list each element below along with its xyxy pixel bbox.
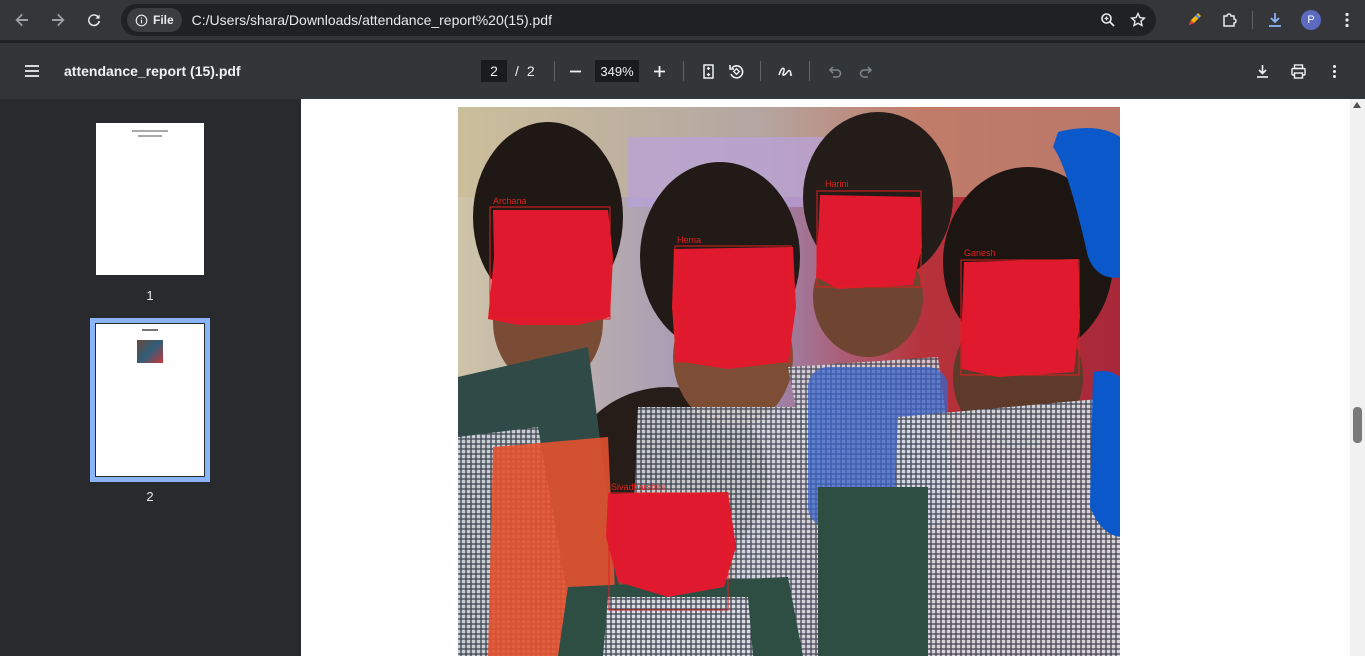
puzzle-icon xyxy=(1223,13,1237,27)
hamburger-menu-icon xyxy=(25,65,39,77)
page-thumbnail-2[interactable] xyxy=(96,324,204,476)
face-label-3: Harini xyxy=(825,179,849,189)
fit-page-button[interactable] xyxy=(694,57,722,85)
face-label-4: Ganesh xyxy=(964,248,996,258)
reload-icon xyxy=(88,14,100,27)
draw-signature-icon xyxy=(777,67,792,76)
more-vert-icon xyxy=(1332,64,1336,78)
page-thumbnail-1[interactable] xyxy=(96,123,204,275)
thumbnail-text-line xyxy=(138,135,162,137)
thumbnail-sidebar: 1 2 xyxy=(0,99,301,656)
more-vert-icon xyxy=(1345,12,1349,28)
address-bar[interactable]: File C:/Users/shara/Downloads/attendance… xyxy=(121,4,1156,36)
pdf-toolbar: attendance_report (15).pdf 2 / 2 349% xyxy=(0,43,1365,99)
zoom-controls: 349% xyxy=(554,57,880,85)
zoom-in-button[interactable] xyxy=(645,57,673,85)
print-icon xyxy=(1290,63,1306,79)
download-pdf-button[interactable] xyxy=(1248,57,1276,85)
annotate-button[interactable] xyxy=(771,57,799,85)
page-separator: / xyxy=(515,63,519,79)
download-icon xyxy=(1256,64,1268,78)
classroom-photo-image xyxy=(458,107,1120,656)
scrollbar-thumb[interactable] xyxy=(1353,407,1362,443)
pdf-viewer[interactable]: Archana Hema Harini Ganesh Sivadharshini xyxy=(301,99,1350,656)
redo-button[interactable] xyxy=(852,57,880,85)
scroll-up-arrow-icon[interactable] xyxy=(1353,102,1361,108)
toolbar-divider xyxy=(683,61,684,81)
plus-icon xyxy=(653,65,665,77)
page-number-input[interactable]: 2 xyxy=(481,60,507,82)
rotate-icon xyxy=(728,64,743,79)
pen-icon xyxy=(1189,13,1201,25)
avatar: P xyxy=(1301,10,1321,30)
sidebar-toggle-button[interactable] xyxy=(20,59,44,83)
file-actions xyxy=(1248,57,1348,85)
document-title: attendance_report (15).pdf xyxy=(64,63,241,79)
arrow-right-icon xyxy=(52,13,65,27)
profile-button[interactable]: P xyxy=(1293,2,1329,38)
face-label-2: Hema xyxy=(677,235,702,245)
fit-to-page-icon xyxy=(702,63,714,79)
toolbar-divider xyxy=(554,61,555,81)
undo-icon xyxy=(828,65,841,78)
browser-menu-button[interactable] xyxy=(1329,2,1365,38)
face-label-1: Archana xyxy=(493,196,527,206)
thumbnail-image xyxy=(137,340,163,363)
thumbnail-text-line xyxy=(132,130,168,132)
thumbnail-label: 2 xyxy=(146,489,154,504)
attendance-photo: Archana Hema Harini Ganesh Sivadharshini xyxy=(458,107,1120,656)
toolbar-divider xyxy=(1252,11,1253,29)
zoom-out-button[interactable] xyxy=(561,57,589,85)
bookmark-star-icon[interactable] xyxy=(1130,12,1146,28)
download-icon xyxy=(1269,13,1281,27)
pdf-more-actions-button[interactable] xyxy=(1320,57,1348,85)
face-label-5: Sivadharshini xyxy=(611,482,666,492)
undo-button[interactable] xyxy=(820,57,848,85)
rotate-button[interactable] xyxy=(722,57,750,85)
arrow-left-icon xyxy=(15,13,28,27)
site-chip-label: File xyxy=(153,13,174,27)
zoom-level-input[interactable]: 349% xyxy=(595,60,639,82)
forward-button[interactable] xyxy=(44,6,72,34)
downloads-button[interactable] xyxy=(1257,2,1293,38)
browser-toolbar: File C:/Users/shara/Downloads/attendance… xyxy=(0,0,1365,40)
minus-icon xyxy=(569,70,581,72)
print-button[interactable] xyxy=(1284,57,1312,85)
extensions-button[interactable] xyxy=(1212,2,1248,38)
redo-icon xyxy=(859,65,872,78)
url-text[interactable]: C:/Users/shara/Downloads/attendance_repo… xyxy=(192,12,552,28)
page-selector: 2 / 2 xyxy=(481,60,535,82)
zoom-icon[interactable] xyxy=(1100,12,1116,28)
thumbnail-text-line xyxy=(142,329,158,331)
reload-button[interactable] xyxy=(80,6,108,34)
toolbar-divider xyxy=(760,61,761,81)
toolbar-divider xyxy=(809,61,810,81)
thumbnail-label: 1 xyxy=(146,288,154,303)
back-button[interactable] xyxy=(8,6,36,34)
vertical-scrollbar[interactable] xyxy=(1350,99,1365,656)
total-pages: 2 xyxy=(526,63,535,79)
pen-extension-button[interactable] xyxy=(1176,2,1212,38)
info-icon xyxy=(135,14,148,26)
site-info-chip[interactable]: File xyxy=(127,8,182,32)
